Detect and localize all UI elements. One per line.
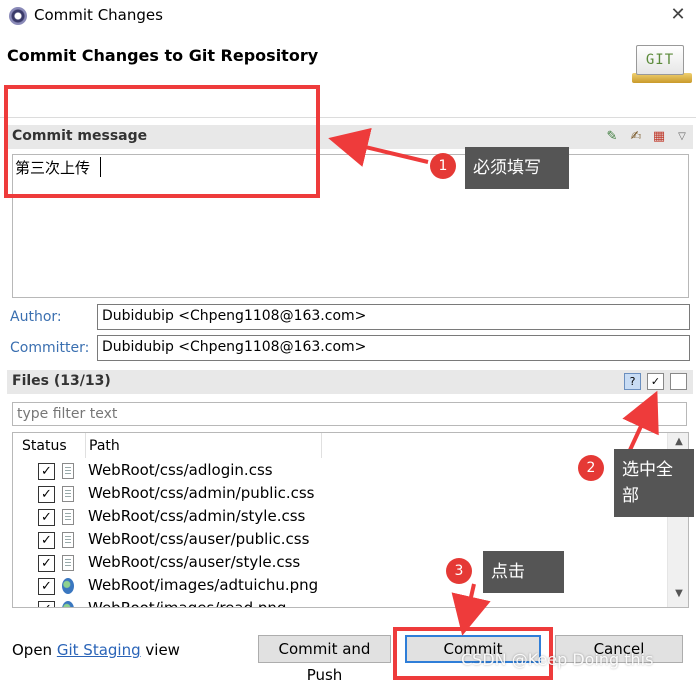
file-filter-input[interactable]: type filter text	[12, 402, 687, 426]
table-row[interactable]: ✓ WebRoot/css/adlogin.css	[13, 460, 663, 483]
step-1-badge: 1	[430, 153, 456, 179]
window-title: Commit Changes	[34, 6, 163, 24]
commit-and-push-button[interactable]: Commit and Push	[258, 635, 391, 683]
table-row[interactable]: ✓ WebRoot/images/read.png	[13, 598, 663, 608]
file-path: WebRoot/css/adlogin.css	[88, 461, 273, 479]
file-icon	[62, 509, 74, 525]
eclipse-icon	[9, 7, 27, 25]
file-path: WebRoot/images/read.png	[88, 599, 287, 608]
open-staging-text: Open Git Staging view	[12, 641, 180, 659]
git-logo-text: GIT	[636, 45, 684, 75]
git-staging-link[interactable]: Git Staging	[57, 641, 141, 659]
scroll-down-icon[interactable]: ▼	[668, 588, 688, 599]
file-path: WebRoot/css/auser/public.css	[88, 530, 310, 548]
select-all-icon[interactable]: ✓	[647, 373, 664, 390]
file-icon	[62, 532, 74, 548]
scroll-up-icon[interactable]: ▲	[668, 436, 688, 447]
row-checkbox[interactable]: ✓	[38, 601, 55, 607]
open-suffix: view	[145, 641, 180, 659]
table-row[interactable]: ✓ WebRoot/css/auser/public.css	[13, 529, 663, 552]
row-checkbox[interactable]: ✓	[38, 509, 55, 526]
add-signed-off-icon[interactable]: ▦	[651, 129, 667, 145]
watermark: CSDN @Keep Doing this	[461, 650, 654, 669]
author-label: Author:	[10, 309, 62, 325]
annotation-highlight-message	[4, 85, 320, 198]
close-icon[interactable]: ✕	[666, 3, 690, 27]
menu-chevron-icon[interactable]: ▽	[674, 129, 690, 145]
column-header-status[interactable]: Status	[22, 438, 67, 454]
edit-icon[interactable]: ✍	[628, 129, 644, 145]
committer-label: Committer:	[10, 340, 90, 356]
table-row[interactable]: ✓ WebRoot/css/auser/style.css	[13, 552, 663, 575]
open-prefix: Open	[12, 641, 53, 659]
step-1-callout: 必须填写	[465, 147, 569, 189]
file-icon	[62, 463, 74, 479]
file-icon	[62, 486, 74, 502]
deselect-all-icon[interactable]	[670, 373, 687, 390]
committer-field[interactable]: Dubidubip <Chpeng1108@163.com>	[97, 335, 690, 361]
file-path: WebRoot/css/admin/style.css	[88, 507, 306, 525]
step-2-callout: 选中全部	[614, 449, 694, 517]
step-3-badge: 3	[446, 558, 472, 584]
row-checkbox[interactable]: ✓	[38, 486, 55, 503]
row-checkbox[interactable]: ✓	[38, 463, 55, 480]
image-file-icon	[62, 578, 74, 594]
row-checkbox[interactable]: ✓	[38, 578, 55, 595]
author-field[interactable]: Dubidubip <Chpeng1108@163.com>	[97, 304, 690, 330]
file-path: WebRoot/images/adtuichu.png	[88, 576, 319, 594]
footer-divider	[0, 628, 696, 629]
table-row[interactable]: ✓ WebRoot/css/admin/style.css	[13, 506, 663, 529]
step-2-badge: 2	[578, 455, 604, 481]
spell-check-icon[interactable]: ✎	[604, 129, 620, 145]
help-icon[interactable]: ?	[624, 373, 641, 390]
table-row[interactable]: ✓ WebRoot/images/adtuichu.png	[13, 575, 663, 598]
row-checkbox[interactable]: ✓	[38, 555, 55, 572]
file-icon	[62, 555, 74, 571]
column-divider	[85, 433, 86, 458]
image-file-icon	[62, 601, 74, 607]
table-row[interactable]: ✓ WebRoot/css/admin/public.css	[13, 483, 663, 506]
git-logo-icon: GIT	[632, 45, 692, 85]
column-header-path[interactable]: Path	[89, 438, 120, 454]
step-3-callout: 点击	[483, 551, 564, 593]
row-checkbox[interactable]: ✓	[38, 532, 55, 549]
column-divider	[321, 433, 322, 458]
file-path: WebRoot/css/admin/public.css	[88, 484, 315, 502]
dialog-heading: Commit Changes to Git Repository	[7, 46, 319, 65]
files-label: Files (13/13)	[12, 373, 111, 389]
file-path: WebRoot/css/auser/style.css	[88, 553, 301, 571]
